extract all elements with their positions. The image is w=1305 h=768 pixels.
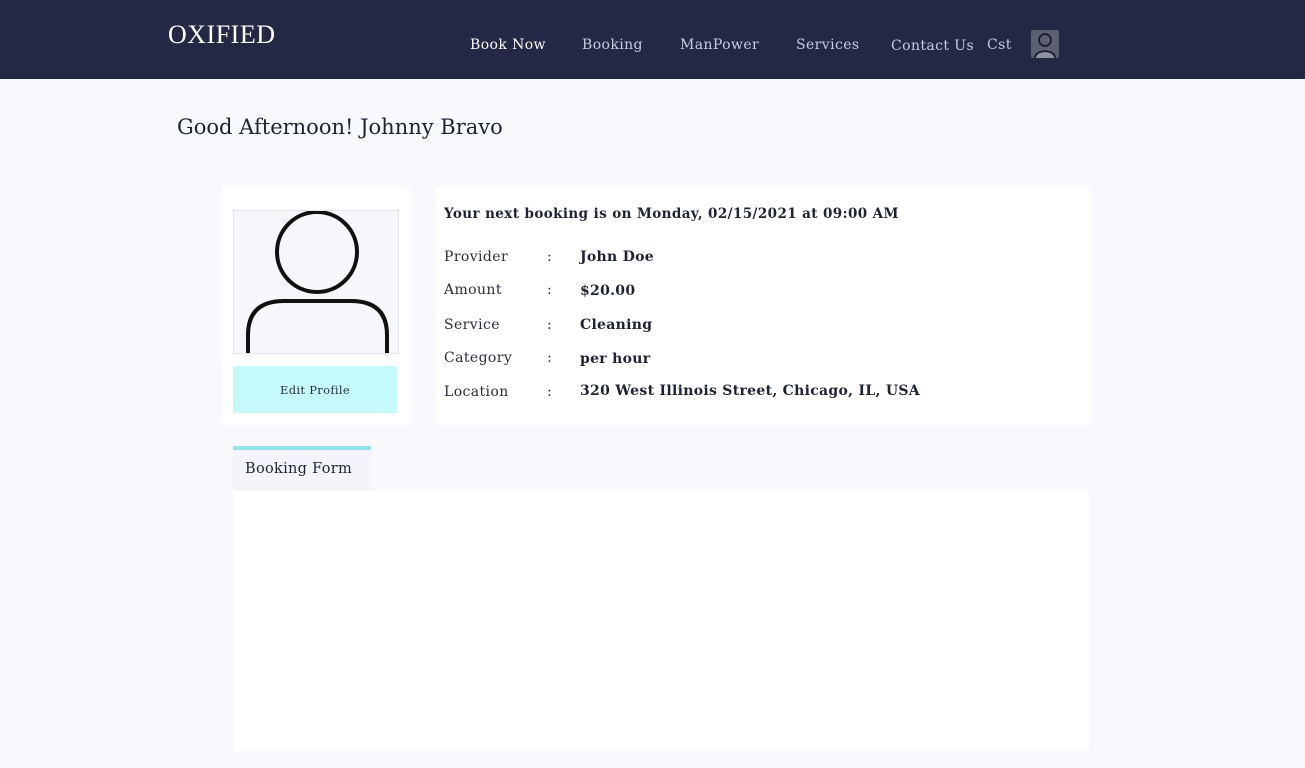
amount-value: $20.00 bbox=[580, 283, 636, 299]
profile-card: Edit Profile bbox=[222, 187, 410, 425]
next-booking-headline: Your next booking is on Monday, 02/15/20… bbox=[444, 206, 899, 222]
location-label: Location bbox=[444, 384, 509, 400]
service-label: Service bbox=[444, 317, 500, 333]
user-avatar-icon[interactable] bbox=[1031, 30, 1059, 58]
amount-separator: : bbox=[547, 282, 552, 298]
booking-form-panel bbox=[234, 491, 1089, 751]
nav-contact-us[interactable]: Contact Us bbox=[891, 38, 974, 54]
provider-separator: : bbox=[547, 249, 552, 265]
user-silhouette-icon bbox=[233, 210, 399, 354]
location-separator: : bbox=[547, 384, 552, 400]
category-label: Category bbox=[444, 350, 513, 366]
category-value: per hour bbox=[580, 351, 651, 367]
service-value: Cleaning bbox=[580, 317, 653, 333]
greeting-heading: Good Afternoon! Johnny Bravo bbox=[177, 115, 503, 139]
next-booking-card: Your next booking is on Monday, 02/15/20… bbox=[436, 187, 1090, 425]
provider-value: John Doe bbox=[580, 249, 654, 265]
nav-services[interactable]: Services bbox=[796, 37, 859, 53]
edit-profile-button[interactable]: Edit Profile bbox=[233, 366, 397, 413]
provider-label: Provider bbox=[444, 249, 509, 265]
tab-booking-form-label: Booking Form bbox=[245, 461, 353, 477]
category-separator: : bbox=[547, 350, 552, 366]
tab-booking-form[interactable]: Booking Form bbox=[233, 446, 371, 491]
location-value: 320 West Illinois Street, Chicago, IL, U… bbox=[580, 383, 920, 399]
nav-booking[interactable]: Booking bbox=[582, 37, 643, 53]
amount-label: Amount bbox=[444, 282, 502, 298]
nav-book-now[interactable]: Book Now bbox=[470, 37, 546, 53]
service-separator: : bbox=[547, 317, 552, 333]
top-navbar: OXIFIED Book Now Booking ManPower Servic… bbox=[0, 0, 1305, 79]
brand-logo[interactable]: OXIFIED bbox=[168, 20, 276, 50]
nav-manpower[interactable]: ManPower bbox=[680, 37, 759, 53]
nav-user-name[interactable]: Cst bbox=[987, 37, 1012, 53]
